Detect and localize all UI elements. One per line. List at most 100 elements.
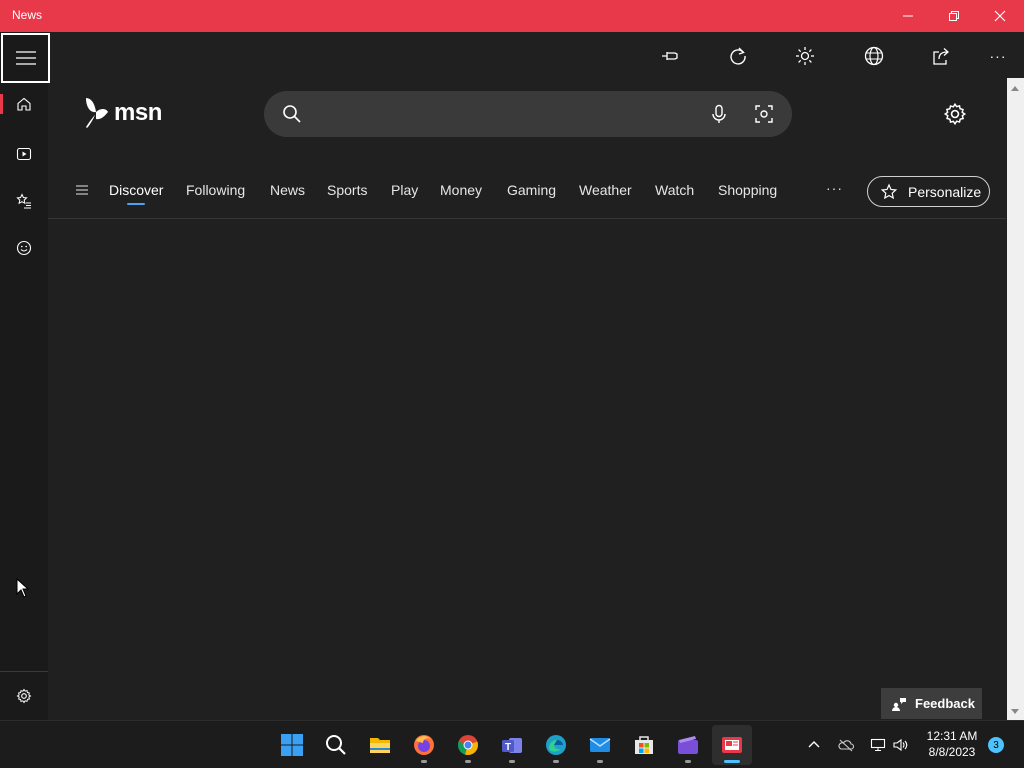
running-indicator — [465, 760, 471, 763]
taskbar-edge[interactable] — [536, 725, 576, 765]
close-button[interactable] — [977, 0, 1023, 32]
logo-text: msn — [114, 99, 162, 126]
minimize-icon — [903, 15, 913, 17]
tab-money[interactable]: Money — [440, 182, 482, 198]
onedrive-offline-icon — [838, 739, 854, 752]
taskbar-chrome[interactable] — [448, 725, 488, 765]
smiley-icon — [16, 240, 32, 256]
taskbar-teams[interactable]: T — [492, 725, 532, 765]
edge-icon — [546, 735, 566, 755]
taskbar-start[interactable] — [272, 725, 312, 765]
tab-news[interactable]: News — [270, 182, 305, 198]
home-icon — [17, 97, 31, 111]
settings-gear-icon[interactable] — [943, 102, 967, 126]
clock-date: 8/8/2023 — [928, 745, 976, 759]
more-icon: ··· — [989, 48, 1007, 64]
taskbar: T 12:31 AM 8/8/2023 3 — [0, 720, 1024, 768]
feedback-icon — [892, 697, 906, 711]
more-categories-button[interactable]: ··· — [826, 180, 843, 196]
clock-time: 12:31 AM — [926, 729, 978, 743]
category-menu-icon[interactable] — [74, 182, 90, 198]
globe-icon — [864, 46, 884, 66]
notification-badge[interactable]: 3 — [988, 737, 1004, 753]
tab-watch[interactable]: Watch — [655, 182, 694, 198]
search-input[interactable] — [314, 101, 694, 127]
tab-sports[interactable]: Sports — [327, 182, 367, 198]
menu-button[interactable] — [1, 33, 50, 83]
pin-button[interactable] — [650, 36, 690, 76]
nav-divider — [48, 218, 1006, 219]
language-button[interactable] — [854, 36, 894, 76]
firefox-icon — [414, 735, 434, 755]
running-indicator — [553, 760, 559, 763]
scrollbar[interactable] — [1007, 78, 1024, 720]
running-indicator — [685, 760, 691, 763]
restore-icon — [949, 11, 959, 21]
taskbar-news[interactable] — [712, 725, 752, 765]
volume-icon — [893, 738, 908, 752]
brightness-icon — [796, 47, 814, 65]
tray-onedrive[interactable] — [836, 735, 856, 755]
tray-volume[interactable] — [890, 735, 910, 755]
tab-shopping[interactable]: Shopping — [718, 182, 777, 198]
taskbar-search[interactable] — [316, 725, 356, 765]
tab-play[interactable]: Play — [391, 182, 418, 198]
scroll-down-arrow-icon[interactable] — [1011, 709, 1019, 714]
title-bar: News — [0, 0, 1024, 32]
tab-following[interactable]: Following — [186, 182, 245, 198]
network-icon — [870, 738, 886, 751]
share-button[interactable] — [921, 36, 961, 76]
running-indicator — [509, 760, 515, 763]
theme-button[interactable] — [785, 36, 825, 76]
share-icon — [933, 48, 949, 65]
rail-item-home[interactable] — [0, 84, 48, 124]
running-indicator — [421, 760, 427, 763]
app-title: News — [12, 8, 43, 22]
microphone-icon[interactable] — [709, 104, 729, 124]
search-box[interactable] — [264, 91, 792, 137]
windows-start-icon — [281, 734, 303, 756]
sparkle-star-icon — [880, 183, 898, 199]
personalize-button[interactable]: Personalize — [867, 176, 990, 207]
butterfly-icon — [86, 98, 108, 128]
tab-gaming[interactable]: Gaming — [507, 182, 556, 198]
rail-divider — [0, 671, 48, 672]
rail-item-video[interactable] — [0, 134, 48, 174]
msn-logo[interactable]: msn — [82, 96, 162, 130]
scroll-up-arrow-icon[interactable] — [1011, 86, 1019, 91]
tab-weather[interactable]: Weather — [579, 182, 632, 198]
star-list-icon — [16, 193, 31, 209]
gear-icon — [16, 688, 32, 704]
mouse-cursor-icon — [16, 578, 30, 598]
taskbar-file-explorer[interactable] — [360, 725, 400, 765]
tab-discover[interactable]: Discover — [109, 182, 163, 198]
rail-item-favorites[interactable] — [0, 181, 48, 221]
active-indicator — [724, 760, 740, 763]
nav-rail — [0, 32, 50, 720]
taskbar-firefox[interactable] — [404, 725, 444, 765]
rail-item-fun[interactable] — [0, 228, 48, 268]
taskbar-mail[interactable] — [580, 725, 620, 765]
pin-icon — [662, 52, 678, 60]
search-icon — [283, 105, 301, 123]
chrome-icon — [457, 735, 479, 755]
file-explorer-icon — [370, 738, 390, 753]
refresh-icon — [730, 47, 746, 65]
tray-network[interactable] — [868, 735, 888, 755]
clock[interactable]: 12:31 AM 8/8/2023 — [920, 728, 984, 760]
taskbar-store[interactable] — [624, 725, 664, 765]
feedback-button[interactable]: Feedback — [881, 688, 982, 719]
tray-overflow[interactable] — [804, 735, 824, 755]
taskbar-clipchamp[interactable] — [668, 725, 708, 765]
visual-search-icon[interactable] — [754, 104, 774, 124]
restore-button[interactable] — [931, 0, 977, 32]
rail-item-settings[interactable] — [0, 676, 48, 716]
active-tab-indicator — [127, 203, 145, 205]
more-button[interactable]: ··· — [978, 36, 1018, 76]
video-icon — [16, 147, 32, 161]
minimize-button[interactable] — [885, 0, 931, 32]
refresh-button[interactable] — [718, 36, 758, 76]
hamburger-icon — [15, 51, 36, 65]
clipchamp-icon — [678, 736, 698, 754]
search-icon — [326, 735, 346, 755]
